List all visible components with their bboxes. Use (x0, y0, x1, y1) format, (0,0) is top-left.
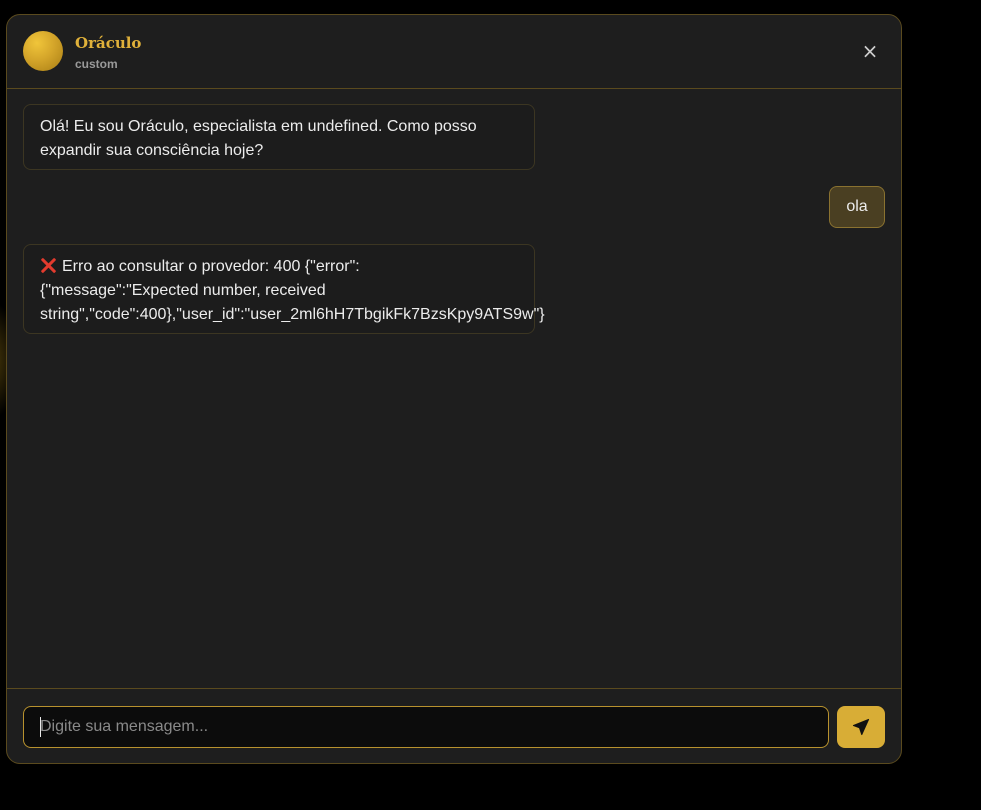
message-list: Olá! Eu sou Oráculo, especialista em und… (7, 90, 901, 688)
agent-name: Oráculo (75, 34, 142, 52)
assistant-message: Olá! Eu sou Oráculo, especialista em und… (23, 104, 535, 170)
x-mark-icon (40, 257, 56, 273)
composer (7, 688, 901, 763)
paper-plane-icon (852, 718, 870, 736)
error-text-1: Erro ao consultar o provedor: 400 {"erro… (62, 258, 360, 275)
message-input[interactable] (23, 706, 829, 748)
send-button[interactable] (837, 706, 885, 748)
error-text-3: string","code":400},"user_id":"user_2ml6… (40, 306, 545, 323)
message-text: ola (846, 198, 868, 215)
agent-model-label: custom (75, 57, 118, 71)
avatar (23, 31, 63, 71)
error-line: Erro ao consultar o provedor: 400 {"erro… (40, 255, 518, 279)
chat-header: Oráculo custom × (7, 15, 901, 89)
message-text: Olá! Eu sou Oráculo, especialista em und… (40, 118, 477, 159)
error-message: Erro ao consultar o provedor: 400 {"erro… (23, 244, 545, 334)
chat-window: Oráculo custom × Olá! Eu sou Oráculo, es… (6, 14, 902, 764)
text-caret (40, 717, 41, 737)
close-icon[interactable]: × (861, 41, 879, 61)
user-message: ola (829, 186, 885, 228)
error-text-2: {"message":"Expected number, received (40, 282, 326, 299)
